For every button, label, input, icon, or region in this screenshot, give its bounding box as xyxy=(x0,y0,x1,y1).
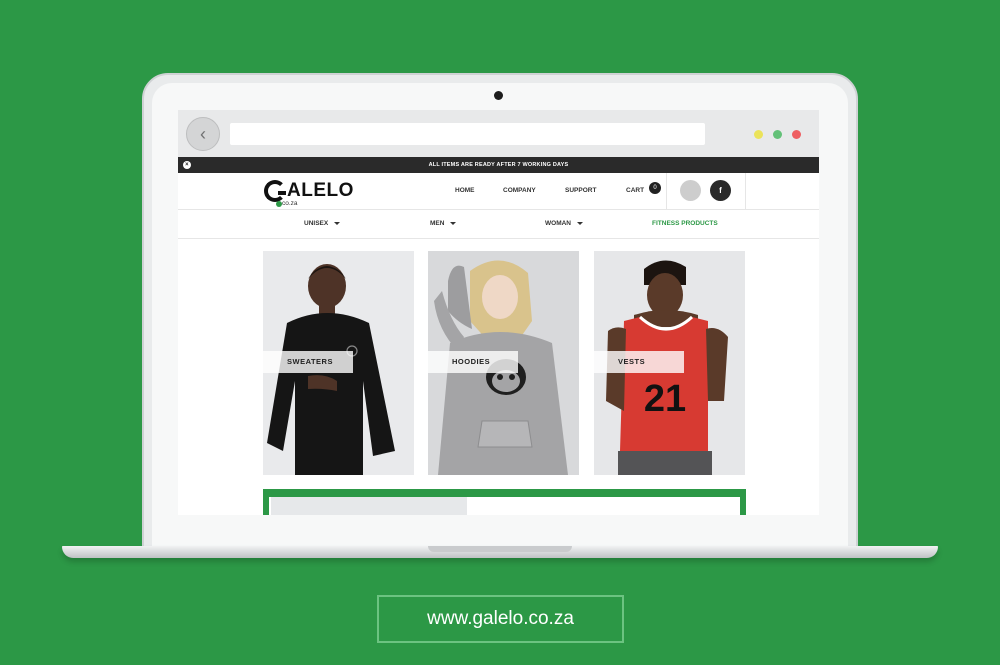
header-divider xyxy=(666,173,667,210)
close-announcement-icon[interactable]: × xyxy=(183,161,191,169)
url-bar[interactable] xyxy=(230,123,705,145)
chevron-left-icon: ‹ xyxy=(200,123,206,144)
nav-company[interactable]: COMPANY xyxy=(503,187,536,194)
category-unisex[interactable]: UNISEX xyxy=(304,220,341,227)
product-card-hoodies[interactable]: HOODIES xyxy=(428,251,579,475)
promo-banner-image xyxy=(271,497,467,515)
close-dot-icon[interactable] xyxy=(792,130,801,139)
caret-down-icon xyxy=(334,221,341,225)
card-label-sweaters: SWEATERS xyxy=(263,351,353,373)
site-header: ALELO co.za HOME COMPANY SUPPORT CART 0 … xyxy=(178,173,819,210)
camera-icon xyxy=(494,91,503,100)
browser-chrome: ‹ xyxy=(178,110,819,157)
facebook-icon[interactable]: f xyxy=(710,180,731,201)
product-card-sweaters[interactable]: SWEATERS xyxy=(263,251,414,475)
card-label-vests: VESTS xyxy=(594,351,684,373)
cart-count-badge: 0 xyxy=(649,182,661,194)
card-label-hoodies: HOODIES xyxy=(428,351,518,373)
logo-g-icon xyxy=(264,180,286,202)
site-url-caption: www.galelo.co.za xyxy=(377,595,624,643)
laptop-notch xyxy=(428,546,572,552)
category-bar: UNISEX MEN WOMAN FITNESS PRODUCTS xyxy=(178,210,819,239)
avatar[interactable] xyxy=(680,180,701,201)
nav-support[interactable]: SUPPORT xyxy=(565,187,596,194)
minimize-dot-icon[interactable] xyxy=(754,130,763,139)
announcement-bar: × ALL ITEMS ARE READY AFTER 7 WORKING DA… xyxy=(178,157,819,173)
category-men[interactable]: MEN xyxy=(430,220,457,227)
category-fitness[interactable]: FITNESS PRODUCTS xyxy=(652,220,718,227)
vest-number: 21 xyxy=(644,378,686,420)
logo-sub: co.za xyxy=(282,200,298,207)
announcement-text: ALL ITEMS ARE READY AFTER 7 WORKING DAYS xyxy=(428,162,569,168)
nav-cart[interactable]: CART xyxy=(626,187,644,194)
header-divider xyxy=(745,173,746,210)
product-card-vests[interactable]: 21 VESTS xyxy=(594,251,745,475)
logo-text: ALELO xyxy=(287,180,354,201)
browser-window: ‹ × ALL ITEMS ARE READY AFTER 7 WORKING … xyxy=(178,110,819,515)
maximize-dot-icon[interactable] xyxy=(773,130,782,139)
promo-banner[interactable] xyxy=(263,489,746,515)
category-woman[interactable]: WOMAN xyxy=(545,220,583,227)
caret-down-icon xyxy=(450,221,457,225)
back-button[interactable]: ‹ xyxy=(186,117,220,151)
nav-home[interactable]: HOME xyxy=(455,187,475,194)
caret-down-icon xyxy=(577,221,583,225)
